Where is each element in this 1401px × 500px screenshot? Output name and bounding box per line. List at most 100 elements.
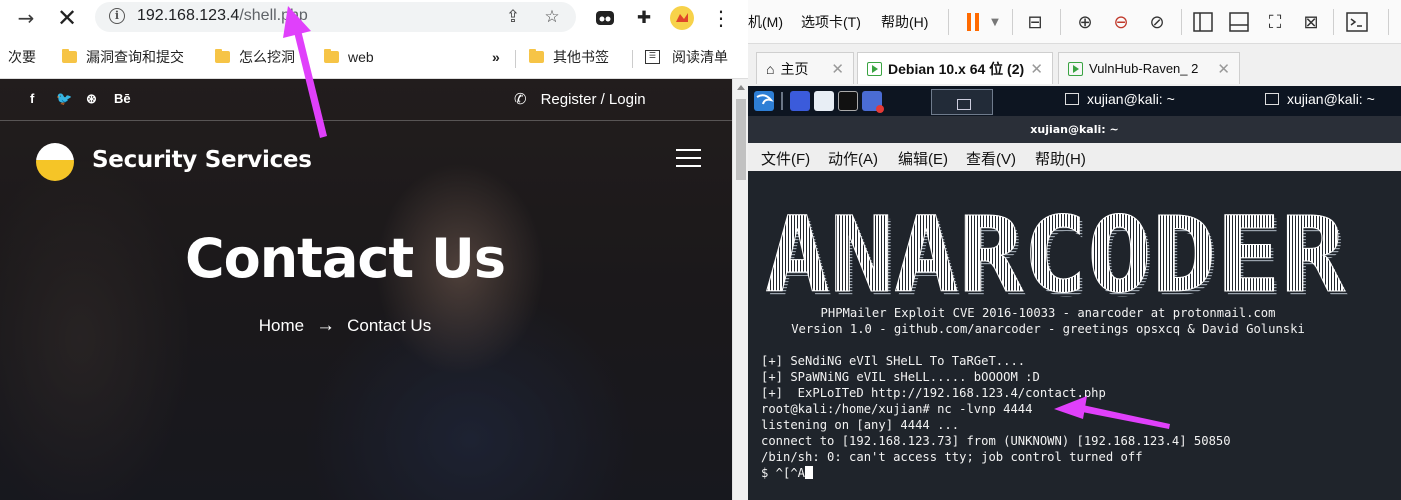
- breadcrumb-home[interactable]: Home: [259, 316, 304, 335]
- terminal-icon: [1065, 93, 1079, 105]
- breadcrumb-arrow-icon: →: [316, 315, 336, 336]
- page-scrollbar[interactable]: [732, 79, 748, 500]
- folder-icon: [324, 49, 339, 63]
- breadcrumb-current: Contact Us: [347, 316, 432, 335]
- terminal-icon: [1265, 93, 1279, 105]
- register-login-label: Register / Login: [540, 90, 646, 108]
- divider: [632, 50, 633, 68]
- terminal-output[interactable]: ANARCODER ANARCODER PHPMailer Exploit CV…: [748, 171, 1401, 500]
- puzzle-icon[interactable]: ✚: [631, 5, 657, 31]
- revert-snapshot-icon[interactable]: ⊖: [1106, 8, 1136, 36]
- menu-edit[interactable]: 编辑(E): [898, 148, 948, 169]
- url-path: /shell.php: [239, 7, 308, 24]
- bookmark-folder[interactable]: web: [324, 47, 374, 67]
- divider: [1012, 9, 1013, 35]
- other-bookmarks-folder[interactable]: 其他书签: [529, 47, 609, 67]
- show-desktop-icon[interactable]: [790, 91, 810, 111]
- register-login-link[interactable]: ✆ Register / Login: [514, 90, 646, 109]
- taskbar-terminal-1[interactable]: xujian@kali: ~: [1065, 91, 1175, 107]
- show-library-icon[interactable]: [1188, 8, 1218, 36]
- file-manager-icon[interactable]: [814, 91, 834, 111]
- forward-icon[interactable]: →: [12, 4, 40, 32]
- task-label: xujian@kali: ~: [1287, 91, 1375, 107]
- vmware-window: 机(M) 选项卡(T) 帮助(H) ▼ ⊟ ⊕ ⊖ ⊘ ⛶ ⊠ ⌂ 主页 ✕ Deb…: [748, 0, 1401, 500]
- address-bar[interactable]: i 192.168.123.4/shell.php ⇪ ☆: [95, 2, 576, 32]
- breadcrumb: Home → Contact Us: [0, 315, 690, 337]
- site-info-icon[interactable]: i: [109, 8, 125, 24]
- url-text[interactable]: 192.168.123.4/shell.php: [137, 7, 308, 25]
- home-icon: ⌂: [766, 60, 775, 77]
- web-page: f 🐦 ⊛ Bē ✆ Register / Login Security Serv…: [0, 79, 732, 500]
- close-icon[interactable]: ✕: [1217, 60, 1230, 78]
- prompt-text: $ ^[^A: [761, 466, 806, 480]
- divider: [781, 92, 783, 110]
- bookmark-folder[interactable]: 漏洞查询和提交: [62, 47, 184, 67]
- tab-home[interactable]: ⌂ 主页 ✕: [756, 52, 854, 84]
- scroll-up-icon[interactable]: [737, 85, 745, 90]
- stop-loading-icon[interactable]: ✕: [53, 4, 81, 32]
- menu-machine[interactable]: 机(M): [748, 12, 783, 32]
- hamburger-menu-icon[interactable]: [676, 149, 701, 167]
- snapshot-manager-icon[interactable]: ⊘: [1142, 8, 1172, 36]
- divider: [1333, 9, 1334, 35]
- close-icon[interactable]: ✕: [1030, 60, 1043, 78]
- unity-icon[interactable]: ⊠: [1296, 8, 1326, 36]
- workspace-switcher[interactable]: [931, 89, 993, 115]
- bookmark-label: 其他书签: [553, 49, 609, 65]
- menu-help[interactable]: 帮助(H): [881, 12, 928, 32]
- site-brand-name[interactable]: Security Services: [92, 147, 312, 173]
- prompt-line[interactable]: $ ^[^A: [761, 465, 814, 481]
- bookmark-star-icon[interactable]: ☆: [541, 6, 563, 28]
- phone-icon: ✆: [514, 91, 527, 108]
- page-title: Contact Us: [184, 227, 506, 290]
- menu-action[interactable]: 动作(A): [828, 148, 878, 169]
- taskbar-terminal-2[interactable]: xujian@kali: ~: [1265, 91, 1375, 107]
- tab-search-icon[interactable]: [592, 5, 618, 31]
- show-thumbnail-icon[interactable]: [1224, 8, 1254, 36]
- kali-taskbar: xujian@kali: ~ xujian@kali: ~: [748, 86, 1401, 116]
- command-line: root@kali:/home/xujian# nc -lvnp 4444: [761, 402, 1033, 416]
- menu-file[interactable]: 文件(F): [761, 148, 810, 169]
- output-line: listening on [any] 4444 ...: [761, 418, 960, 432]
- kali-menu-icon[interactable]: [754, 91, 774, 111]
- profile-icon[interactable]: [669, 5, 695, 31]
- snapshot-icon[interactable]: ⊕: [1070, 8, 1100, 36]
- banner-line: PHPMailer Exploit CVE 2016-10033 - anarc…: [820, 306, 1276, 320]
- banner-line: Version 1.0 - github.com/anarcoder - gre…: [791, 322, 1305, 336]
- scrollbar-thumb[interactable]: [736, 99, 746, 180]
- menu-icon[interactable]: ⋮: [708, 5, 734, 31]
- screen-recorder-icon[interactable]: [862, 91, 884, 113]
- menu-view[interactable]: 查看(V): [966, 148, 1016, 169]
- bookmark-item[interactable]: 次要: [8, 47, 36, 67]
- site-topbar: f 🐦 ⊛ Bē ✆ Register / Login: [0, 79, 732, 121]
- chevron-down-icon[interactable]: ▼: [988, 8, 1002, 36]
- behance-icon[interactable]: Bē: [114, 91, 131, 106]
- terminal-icon[interactable]: [838, 91, 858, 111]
- dribbble-icon[interactable]: ⊛: [86, 91, 97, 107]
- divider: [1060, 9, 1061, 35]
- facebook-icon[interactable]: f: [30, 91, 34, 106]
- bookmark-folder[interactable]: 怎么挖洞: [215, 47, 295, 67]
- console-view-icon[interactable]: [1342, 8, 1372, 36]
- tab-vulnhub-raven[interactable]: VulnHub-Raven_ 2 ✕: [1058, 52, 1240, 84]
- twitter-icon[interactable]: 🐦: [56, 91, 72, 107]
- pause-vm-icon[interactable]: [958, 8, 988, 36]
- send-ctrl-alt-del-icon[interactable]: ⊟: [1020, 8, 1050, 36]
- close-icon[interactable]: ✕: [831, 60, 844, 78]
- menu-help[interactable]: 帮助(H): [1035, 148, 1086, 169]
- browser-toolbar: → ✕ i 192.168.123.4/shell.php ⇪ ☆ ✚ ⋮: [0, 0, 748, 37]
- output-line: /bin/sh: 0: can't access tty; job contro…: [761, 450, 1143, 464]
- tab-debian[interactable]: Debian 10.x 64 位 (2) ✕: [857, 52, 1053, 84]
- bookmarks-overflow-button[interactable]: »: [492, 47, 500, 67]
- menu-tabs[interactable]: 选项卡(T): [801, 12, 861, 32]
- anarcoder-ascii-banner: ANARCODER ANARCODER: [765, 211, 1349, 301]
- reading-list-button[interactable]: ☰ 阅读清单: [645, 47, 728, 67]
- folder-icon: [215, 49, 230, 63]
- bookmark-label: web: [348, 49, 374, 65]
- full-screen-icon[interactable]: ⛶: [1260, 8, 1290, 36]
- site-logo[interactable]: [36, 143, 74, 181]
- tab-label: VulnHub-Raven_ 2: [1089, 61, 1199, 76]
- share-icon[interactable]: ⇪: [502, 6, 524, 28]
- tab-label: 主页: [780, 60, 809, 77]
- folder-icon: [529, 49, 544, 63]
